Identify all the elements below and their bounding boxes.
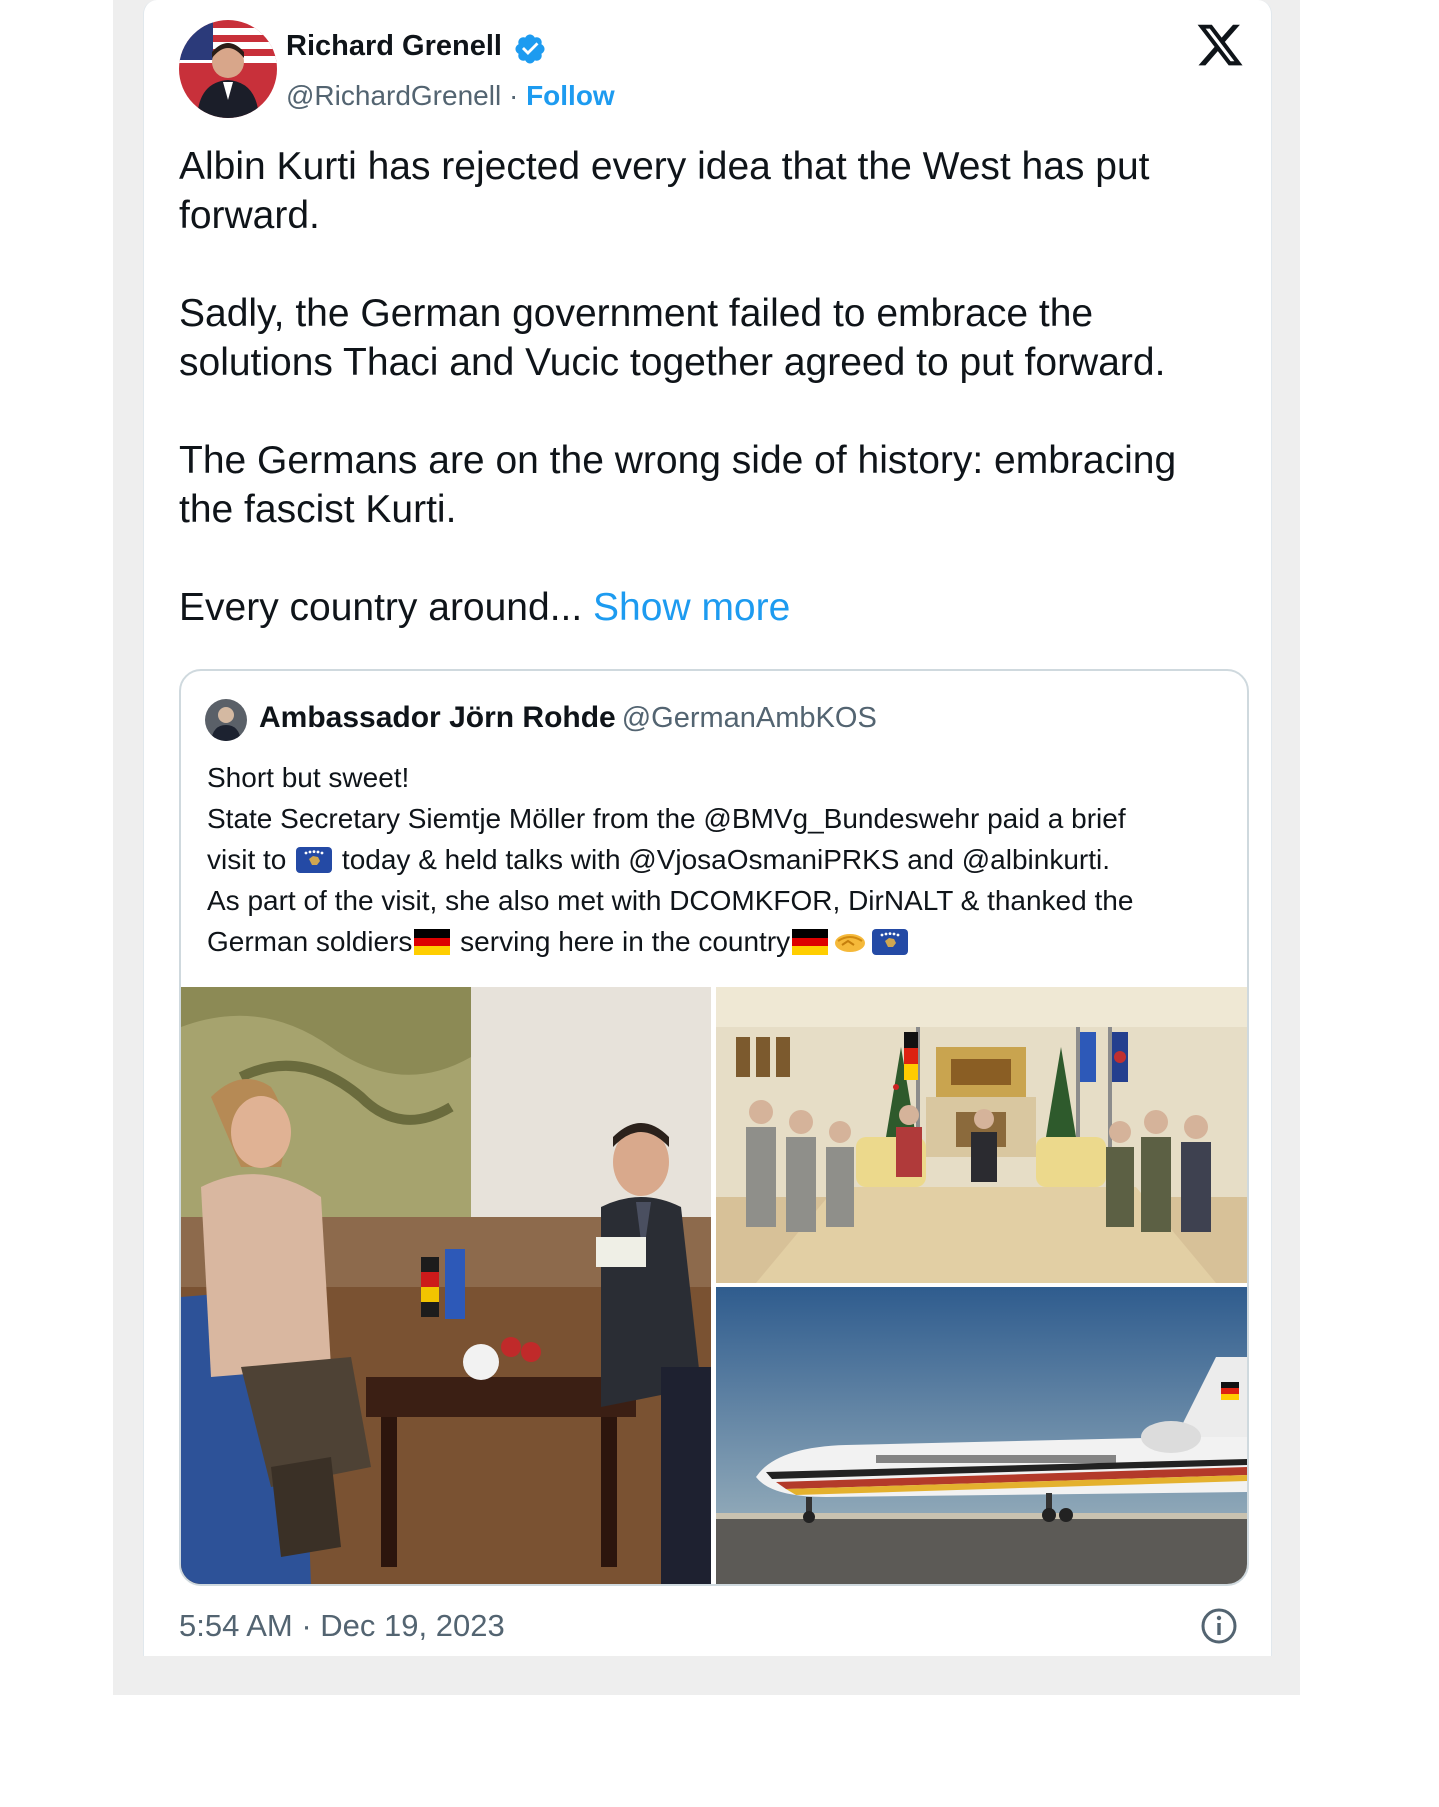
photo-aircraft[interactable] <box>716 1287 1247 1584</box>
photo-official-room[interactable] <box>716 987 1247 1283</box>
author-avatar[interactable] <box>179 20 277 118</box>
info-icon[interactable] <box>1199 1606 1239 1646</box>
photo-meeting[interactable] <box>181 987 711 1584</box>
quoted-tweet-text: Short but sweet! State Secretary Siemtje… <box>207 757 1237 962</box>
quoted-line-5: German soldiers serving here in the coun… <box>207 921 1237 962</box>
germany-flag-icon <box>414 929 451 955</box>
handshake-icon <box>835 934 866 952</box>
germany-flag-icon <box>792 929 829 955</box>
quoted-line-5-start: German soldiers <box>207 926 413 957</box>
quoted-line-2: State Secretary Siemtje Möller from the … <box>207 803 1126 834</box>
quoted-tweet[interactable]: Ambassador Jörn Rohde @GermanAmbKOS Short… <box>179 669 1249 1586</box>
quoted-author-line: Ambassador Jörn Rohde @GermanAmbKOS <box>259 701 877 735</box>
tweet-text: Albin Kurti has rejected every idea that… <box>179 142 1239 632</box>
show-more-link[interactable]: Show more <box>593 586 790 629</box>
author-name[interactable]: Richard Grenell <box>286 30 502 63</box>
author-handle[interactable]: @RichardGrenell <box>286 80 501 111</box>
quoted-line-3: visit to today & held talks with @VjosaO… <box>207 839 1237 880</box>
tweet-embed-card[interactable]: Richard Grenell @RichardGrenell · Follow… <box>143 0 1272 1656</box>
kosovo-flag-icon <box>872 929 909 955</box>
tweet-body: Albin Kurti has rejected every idea that… <box>179 145 1177 629</box>
follow-button[interactable]: Follow <box>526 80 615 111</box>
tweet-timestamp[interactable]: 5:54 AM · Dec 19, 2023 <box>179 1608 505 1644</box>
quoted-line-4: As part of the visit, she also met with … <box>207 885 1134 916</box>
separator-dot: · <box>501 80 527 111</box>
quoted-line-3-end: today & held talks with @VjosaOsmaniPRKS… <box>334 844 1111 875</box>
quoted-author-handle[interactable]: @GermanAmbKOS <box>622 702 877 734</box>
author-handle-row: @RichardGrenell · Follow <box>286 80 615 112</box>
quoted-line-1: Short but sweet! <box>207 762 410 793</box>
verified-badge-icon <box>515 34 545 64</box>
kosovo-flag-icon <box>296 847 333 873</box>
quoted-line-3-start: visit to <box>207 844 295 875</box>
quoted-author-name[interactable]: Ambassador Jörn Rohde <box>259 701 616 734</box>
quoted-line-5-end: serving here in the country <box>452 926 791 957</box>
media-grid <box>181 987 1247 1584</box>
quoted-author-avatar[interactable] <box>205 699 247 741</box>
x-logo-icon[interactable] <box>1195 20 1245 70</box>
